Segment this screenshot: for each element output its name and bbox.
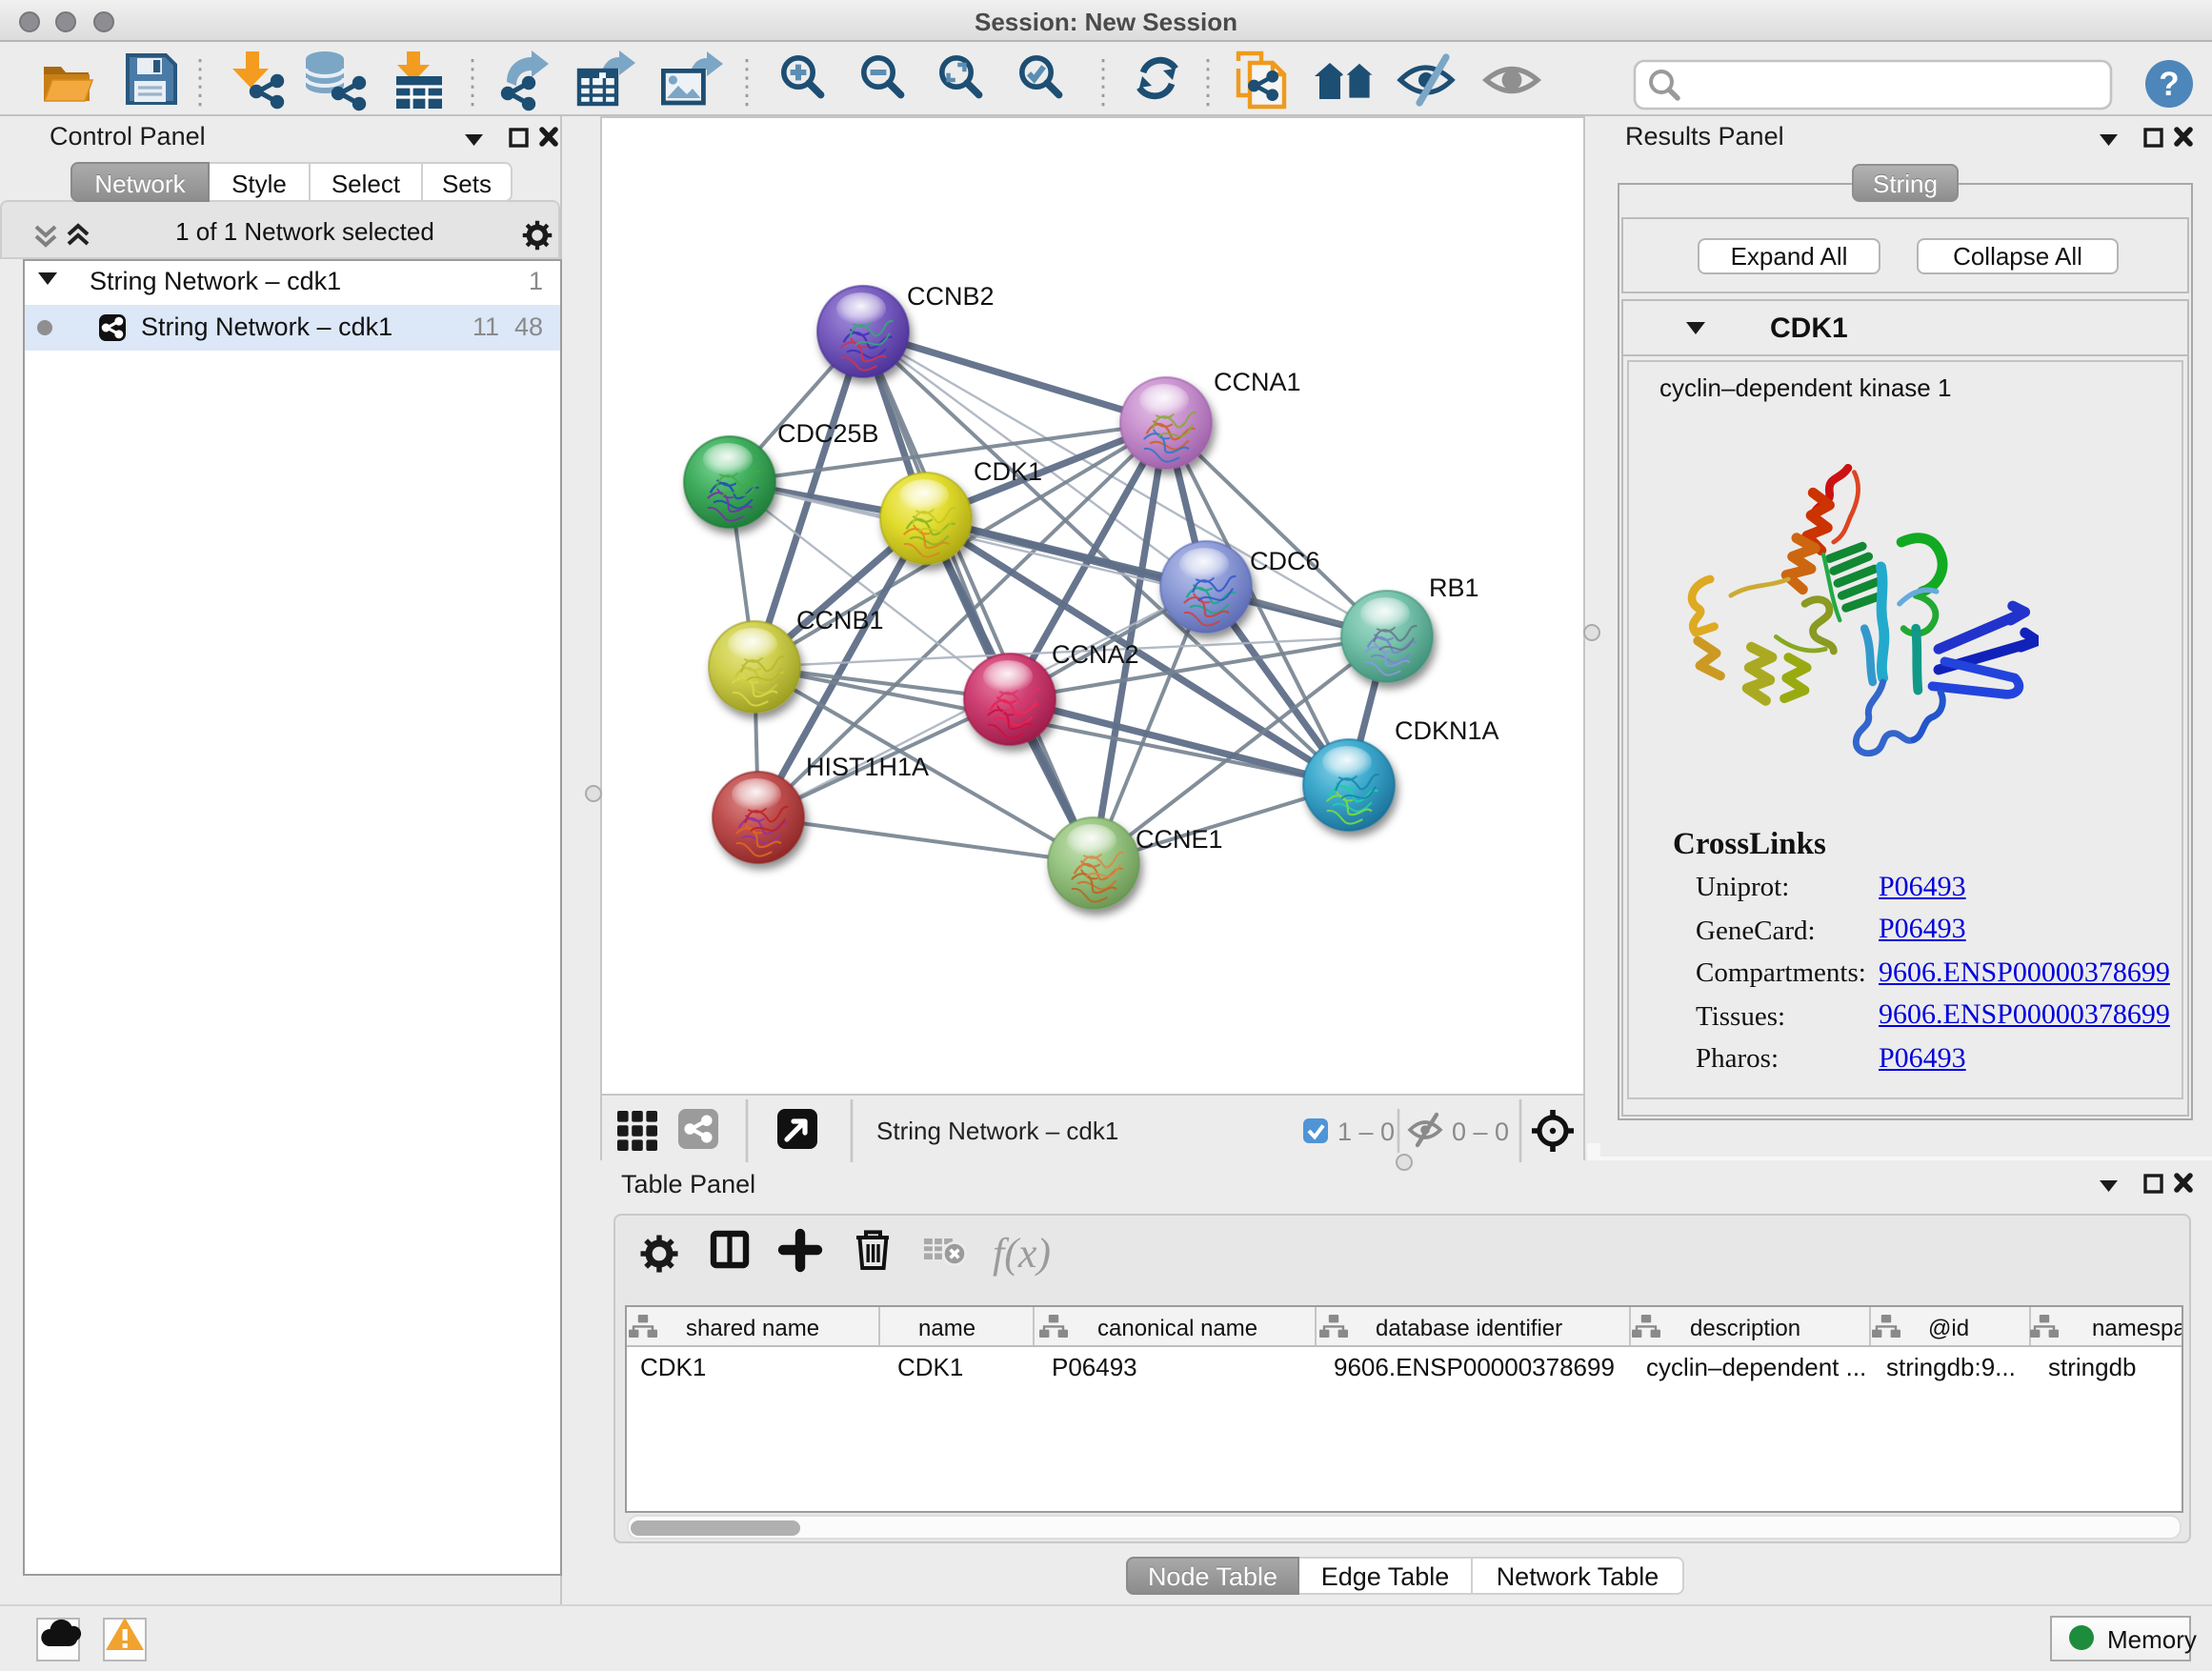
svg-text:CDC6: CDC6: [1250, 547, 1320, 575]
svg-text:CCNE1: CCNE1: [1136, 825, 1223, 854]
svg-text:RB1: RB1: [1429, 574, 1479, 602]
svg-text:CDK1: CDK1: [974, 457, 1042, 486]
svg-text:HIST1H1A: HIST1H1A: [806, 753, 929, 781]
svg-text:CCNA2: CCNA2: [1052, 640, 1139, 669]
svg-text:CCNB1: CCNB1: [796, 606, 884, 634]
svg-text:CCNB2: CCNB2: [907, 282, 995, 311]
svg-text:CCNA1: CCNA1: [1214, 368, 1301, 396]
svg-text:CDKN1A: CDKN1A: [1395, 716, 1499, 745]
svg-text:CDC25B: CDC25B: [777, 419, 879, 448]
